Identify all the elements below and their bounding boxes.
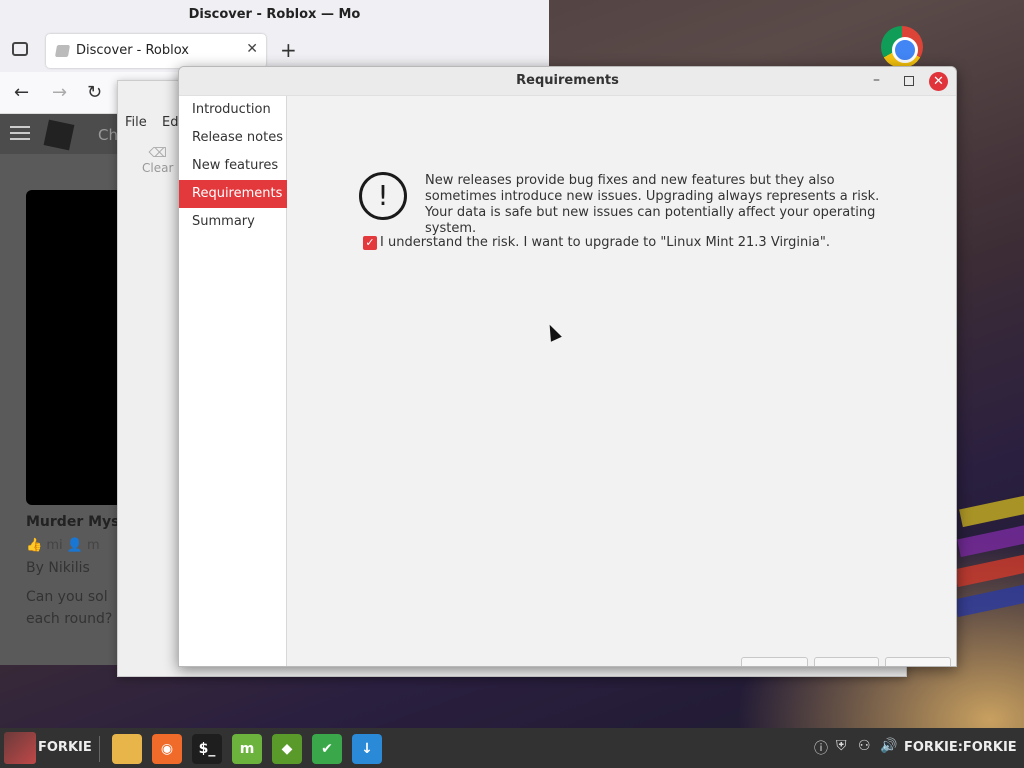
clipboard-tray-icon[interactable]: ⓘ [814,738,828,758]
roblox-favicon-icon [54,45,71,57]
tab-list-icon[interactable] [12,42,28,56]
risk-checkbox-label[interactable]: I understand the risk. I want to upgrade… [380,235,830,250]
dialog-title: Requirements [516,73,619,88]
menu-file[interactable]: File [125,115,147,130]
new-tab-button[interactable]: + [280,38,297,62]
taskbar-separator [99,736,100,762]
dialog-titlebar: Requirements – ✕ [179,67,956,96]
clear-label: Clear [142,161,174,175]
dialog-content: ! New releases provide bug fixes and new… [288,96,956,666]
dialog-sidebar: Introduction Release notes New features … [179,96,287,666]
roblox-icon[interactable]: ◆ [272,734,302,764]
minimize-icon[interactable]: – [873,72,880,88]
wallpaper-stripe [954,580,1024,618]
game-stats: 👍 mi 👤 m [26,538,100,553]
reload-icon[interactable]: ↻ [87,82,102,103]
tab-close-icon[interactable]: ✕ [246,41,258,57]
roblox-nav-charts[interactable]: Ch [98,126,118,144]
maximize-icon[interactable] [904,76,914,86]
start-menu-icon[interactable] [4,732,36,764]
tab-label: Discover - Roblox [76,43,190,58]
roblox-logo-icon[interactable] [43,119,75,151]
apply-button[interactable]: Apply [885,657,951,666]
mintinstall-icon[interactable]: m [232,734,262,764]
hamburger-menu-icon[interactable] [10,126,30,140]
wallpaper-stripe [959,490,1024,528]
firefox-icon[interactable]: ◉ [152,734,182,764]
sidebar-item-release-notes[interactable]: Release notes [179,124,287,152]
requirements-dialog: Requirements – ✕ Introduction Release no… [178,66,957,667]
shield-tray-icon[interactable]: ⛨ [836,738,847,754]
network-tray-icon[interactable]: ⚇ [858,738,871,754]
terminal-icon[interactable]: $_ [192,734,222,764]
back-arrow-icon[interactable]: ← [14,82,29,103]
cancel-button[interactable]: Cancel [741,657,808,666]
sidebar-item-new-features[interactable]: New features [179,152,287,180]
volume-tray-icon[interactable]: 🔊 [880,738,897,754]
back-button[interactable]: Back [814,657,879,666]
tab-discover-roblox[interactable]: Discover - Roblox ✕ [46,34,266,68]
start-menu-label[interactable]: FORKIE [38,740,92,755]
game-author: By Nikilis [26,560,90,576]
wallpaper-stripe [957,520,1024,558]
risk-checkbox[interactable]: ✓ [363,236,377,250]
user-label[interactable]: FORKIE:FORKIE [904,740,1017,755]
update-manager-icon[interactable]: ↓ [352,734,382,764]
clear-button[interactable]: ⌫ Clear [142,146,173,175]
menu-edit[interactable]: Ed [162,115,178,130]
game-thumbnail[interactable] [26,190,126,505]
chrome-desktop-icon[interactable] [881,26,923,68]
forward-arrow-icon[interactable]: → [52,82,67,103]
warning-text: New releases provide bug fixes and new f… [425,173,880,236]
sidebar-item-introduction[interactable]: Introduction [179,96,287,124]
warning-icon: ! [359,172,407,220]
sidebar-item-summary[interactable]: Summary [179,208,287,236]
shield-app-icon[interactable]: ✔ [312,734,342,764]
taskbar: FORKIE ◉ $_ m ◆ ✔ ↓ ⓘ ⛨ ⚇ 🔊 FORKIE:FORKIE [0,728,1024,768]
clear-icon: ⌫ [148,146,167,161]
close-icon[interactable]: ✕ [929,72,948,91]
game-description: Can you sol each round? [26,589,113,627]
firefox-window-title: Discover - Roblox — Mo [0,0,549,30]
game-title[interactable]: Murder Mys [26,514,120,530]
sidebar-item-requirements[interactable]: Requirements [179,180,287,208]
files-icon[interactable] [112,734,142,764]
